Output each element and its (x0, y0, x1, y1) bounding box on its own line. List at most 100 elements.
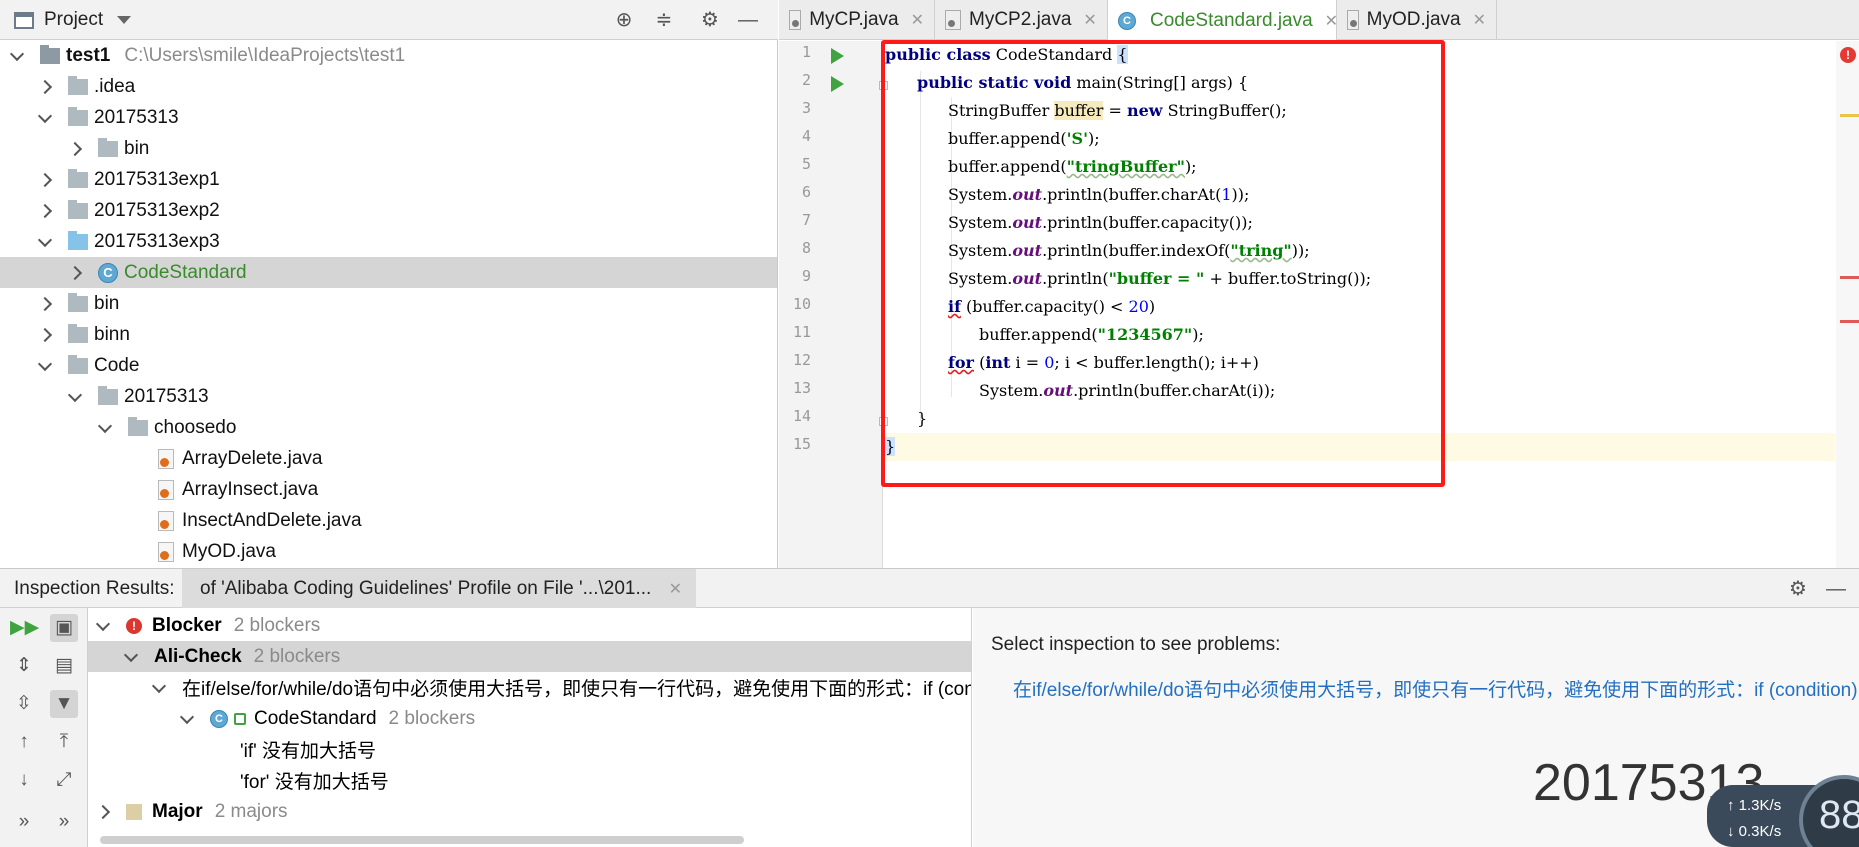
tab-label: MyCP.java (809, 9, 899, 30)
horizontal-scrollbar[interactable] (100, 836, 744, 844)
run-class-icon[interactable] (831, 48, 844, 64)
tree-item-bin-2[interactable]: bin (0, 288, 777, 319)
line-number: 1 (801, 43, 811, 61)
inspection-file-codestandard[interactable]: C CodeStandard 2 blockers (88, 703, 971, 734)
tree-item-label: MyOD.java (182, 540, 276, 562)
chevron-right-icon[interactable] (38, 173, 52, 187)
tree-item-label: test1 (66, 44, 111, 66)
chevron-right-icon[interactable] (38, 328, 52, 342)
error-marker[interactable] (1840, 320, 1859, 323)
arrow-down-icon[interactable]: ↓ (10, 766, 38, 794)
error-indicator-icon[interactable]: ! (1840, 47, 1856, 63)
tree-item-bin[interactable]: bin (0, 133, 777, 164)
close-icon[interactable]: ✕ (1473, 10, 1486, 30)
chevron-down-icon[interactable] (96, 619, 110, 633)
code-editor[interactable]: public class CodeStandard { public stati… (885, 41, 1835, 568)
tree-item-myod[interactable]: MyOD.java (0, 536, 777, 567)
chevron-down-icon[interactable] (68, 390, 82, 404)
tree-item-20175313exp2[interactable]: 20175313exp2 (0, 195, 777, 226)
editor-gutter[interactable]: 1 2 3 4 5 6 7 8 9 10 11 12 13 14 15 (779, 41, 888, 568)
more-icon[interactable]: » (10, 808, 38, 836)
tree-item-label: bin (94, 292, 120, 314)
hide-panel-icon[interactable]: — (736, 8, 760, 32)
export-icon[interactable]: ⤒ (50, 728, 78, 756)
rerun-icon[interactable]: ▶▶ (10, 614, 39, 642)
tree-item-arrayinsect[interactable]: ArrayInsect.java (0, 474, 777, 505)
inspection-problem-for[interactable]: 'for' 没有加大括号 (88, 765, 971, 796)
more-icon[interactable]: » (50, 808, 78, 836)
open-in-editor-icon[interactable]: ⤢ (50, 766, 78, 794)
chevron-down-icon[interactable] (98, 421, 112, 435)
tree-item-20175313[interactable]: 20175313 (0, 102, 777, 133)
group-count: 2 blockers (233, 614, 321, 636)
chevron-down-icon[interactable] (38, 111, 52, 125)
tree-item-20175313exp1[interactable]: 20175313exp1 (0, 164, 777, 195)
expand-all-icon[interactable]: ⇕ (10, 652, 38, 680)
project-view-selector[interactable]: Project (14, 9, 132, 31)
group-by-severity-icon[interactable]: ▣ (50, 614, 78, 642)
gear-icon[interactable]: ⚙ (1786, 577, 1810, 601)
run-main-icon[interactable] (831, 76, 844, 92)
close-icon[interactable]: ✕ (911, 10, 924, 30)
chevron-right-icon[interactable] (38, 204, 52, 218)
group-by-directory-icon[interactable]: ▤ (50, 652, 78, 680)
chevron-down-icon[interactable] (180, 712, 194, 726)
detail-rule-link[interactable]: 在if/else/for/while/do语句中必须使用大括号，即使只有一行代码… (1013, 675, 1859, 702)
chevron-down-icon[interactable] (38, 235, 52, 249)
close-icon[interactable]: ✕ (669, 579, 682, 599)
locate-target-icon[interactable]: ⊕ (612, 8, 636, 32)
folder-icon (68, 292, 88, 312)
chevron-right-icon[interactable] (38, 297, 52, 311)
tree-item-binn[interactable]: binn (0, 319, 777, 350)
chevron-right-icon[interactable] (38, 80, 52, 94)
tab-myod[interactable]: MyOD.java ✕ (1337, 0, 1497, 40)
arrow-up-icon[interactable]: ↑ (10, 728, 38, 756)
tree-item-code-20175313[interactable]: 20175313 (0, 381, 777, 412)
problem-label: 'if' 没有加大括号 (240, 741, 377, 762)
chevron-right-icon[interactable] (96, 805, 110, 819)
tree-item-codestandard[interactable]: C CodeStandard (0, 257, 777, 288)
chevron-down-icon[interactable] (124, 650, 138, 664)
filter-icon[interactable]: ▼ (50, 690, 78, 718)
tree-item-20175313exp3[interactable]: 20175313exp3 (0, 226, 777, 257)
error-stripe[interactable] (1836, 41, 1859, 568)
rule-label: 在if/else/for/while/do语句中必须使用大括号，即使只有一行代码… (182, 679, 971, 700)
code-line-7: System.out.println(buffer.capacity()); (948, 213, 1253, 232)
error-marker[interactable] (1840, 276, 1859, 279)
line-number: 10 (792, 295, 811, 313)
network-speed-widget[interactable]: ↑ 1.3K/s ↓ 0.3K/s 88 (1707, 775, 1859, 847)
tree-item-test1[interactable]: test1 C:\Users\smile\IdeaProjects\test1 (0, 40, 777, 71)
tree-item-arraydelete[interactable]: ArrayDelete.java (0, 443, 777, 474)
chevron-down-icon[interactable] (10, 49, 24, 63)
inspection-group-alicheck[interactable]: Ali-Check 2 blockers (88, 641, 971, 672)
inspection-problem-if[interactable]: 'if' 没有加大括号 (88, 734, 971, 765)
close-icon[interactable]: ✕ (1083, 10, 1096, 30)
chevron-down-icon[interactable] (38, 359, 52, 373)
chevron-right-icon[interactable] (68, 266, 82, 280)
code-line-2: public static void main(String[] args) { (917, 73, 1249, 92)
error-icon: ! (126, 617, 142, 634)
tree-item-choosedo[interactable]: choosedo (0, 412, 777, 443)
tree-item-code[interactable]: Code (0, 350, 777, 381)
code-line-12: for (int i = 0; i < buffer.length(); i++… (948, 353, 1259, 372)
file-count: 2 blockers (388, 707, 476, 729)
inspection-tab[interactable]: of 'Alibaba Coding Guidelines' Profile o… (182, 569, 696, 609)
collapse-all-icon[interactable]: ⇳ (10, 690, 38, 718)
tree-item-idea[interactable]: .idea (0, 71, 777, 102)
warning-marker[interactable] (1840, 114, 1859, 117)
tree-item-insectanddelete[interactable]: InsectAndDelete.java (0, 505, 777, 536)
class-icon: C (210, 709, 228, 728)
collapse-all-icon[interactable]: ≑ (652, 8, 676, 32)
hide-panel-icon[interactable]: — (1824, 577, 1848, 601)
tab-codestandard[interactable]: C CodeStandard.java ✕ (1108, 0, 1338, 41)
gear-icon[interactable]: ⚙ (698, 8, 722, 32)
inspection-group-major[interactable]: Major 2 majors (88, 796, 971, 827)
chevron-down-icon[interactable] (152, 681, 166, 695)
lock-icon (234, 712, 246, 725)
chevron-right-icon[interactable] (68, 142, 82, 156)
inspection-group-blocker[interactable]: ! Blocker 2 blockers (88, 610, 971, 641)
tab-mycp2[interactable]: MyCP2.java ✕ (935, 0, 1108, 40)
java-file-icon (158, 479, 174, 500)
tab-mycp[interactable]: MyCP.java ✕ (779, 0, 935, 40)
inspection-rule[interactable]: 在if/else/for/while/do语句中必须使用大括号，即使只有一行代码… (88, 672, 971, 703)
